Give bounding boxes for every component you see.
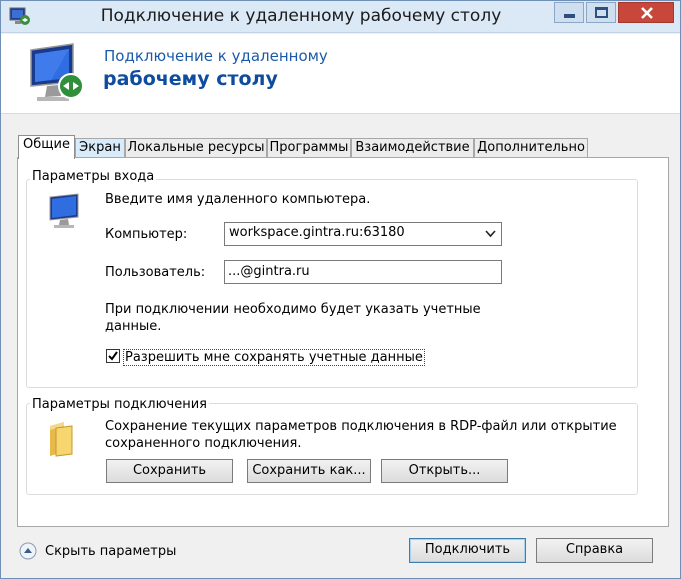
window-title: Подключение к удаленному рабочему столу <box>100 6 502 26</box>
user-field[interactable]: ...@gintra.ru <box>224 260 502 284</box>
banner-title: рабочему столу <box>103 68 278 90</box>
rdp-window: Подключение к удаленному рабочему столу … <box>0 0 681 579</box>
user-label: Пользователь: <box>105 265 206 280</box>
open-button[interactable]: Открыть... <box>381 459 508 483</box>
hide-params-label: Скрыть параметры <box>45 544 177 559</box>
save-button[interactable]: Сохранить <box>106 459 233 483</box>
connect-button[interactable]: Подключить <box>409 538 526 563</box>
save-credentials-label[interactable]: Разрешить мне сохранять учетные данные <box>123 349 425 366</box>
collapse-arrow-icon <box>19 542 37 560</box>
tab-programs[interactable]: Программы <box>267 138 351 158</box>
tab-display[interactable]: Экран <box>75 138 125 158</box>
folder-icon <box>46 420 76 458</box>
save-credentials-checkbox[interactable] <box>106 349 120 363</box>
rdp-file-desc-line1: Сохранение текущих параметров подключени… <box>105 419 617 434</box>
tab-panel-general: Параметры входа Введите имя удаленного к… <box>17 157 669 527</box>
tab-general[interactable]: Общие <box>18 135 75 159</box>
checkmark-icon <box>108 351 118 361</box>
minimize-icon <box>564 14 575 18</box>
banner-subtitle: Подключение к удаленному <box>104 47 328 65</box>
computer-icon <box>44 193 86 229</box>
computer-value: workspace.gintra.ru:63180 <box>229 225 405 240</box>
tab-local-resources[interactable]: Локальные ресурсы <box>125 138 267 158</box>
title-bar[interactable]: Подключение к удаленному рабочему столу <box>1 1 680 33</box>
computer-combobox[interactable]: workspace.gintra.ru:63180 <box>224 222 502 246</box>
connection-settings-title: Параметры подключения <box>30 397 209 412</box>
credentials-note-line1: При подключении необходимо будет указать… <box>105 302 481 317</box>
remote-desktop-icon <box>21 42 93 108</box>
rdp-file-desc-line2: сохраненного подключения. <box>105 436 302 451</box>
maximize-icon <box>595 7 608 18</box>
close-icon <box>641 7 653 19</box>
chevron-down-icon <box>485 230 496 238</box>
tab-advanced[interactable]: Дополнительно <box>474 138 588 158</box>
computer-prompt: Введите имя удаленного компьютера. <box>105 192 371 207</box>
computer-label: Компьютер: <box>105 227 188 242</box>
logon-settings-title: Параметры входа <box>30 169 157 184</box>
help-button[interactable]: Справка <box>536 538 653 563</box>
minimize-button[interactable] <box>554 2 584 23</box>
tab-experience[interactable]: Взаимодействие <box>351 138 474 158</box>
close-button[interactable] <box>618 2 674 23</box>
credentials-note-line2: данные. <box>105 319 162 334</box>
header-banner: Подключение к удаленному рабочему столу <box>1 34 680 114</box>
save-as-button[interactable]: Сохранить как... <box>247 459 371 483</box>
maximize-button[interactable] <box>586 2 616 23</box>
